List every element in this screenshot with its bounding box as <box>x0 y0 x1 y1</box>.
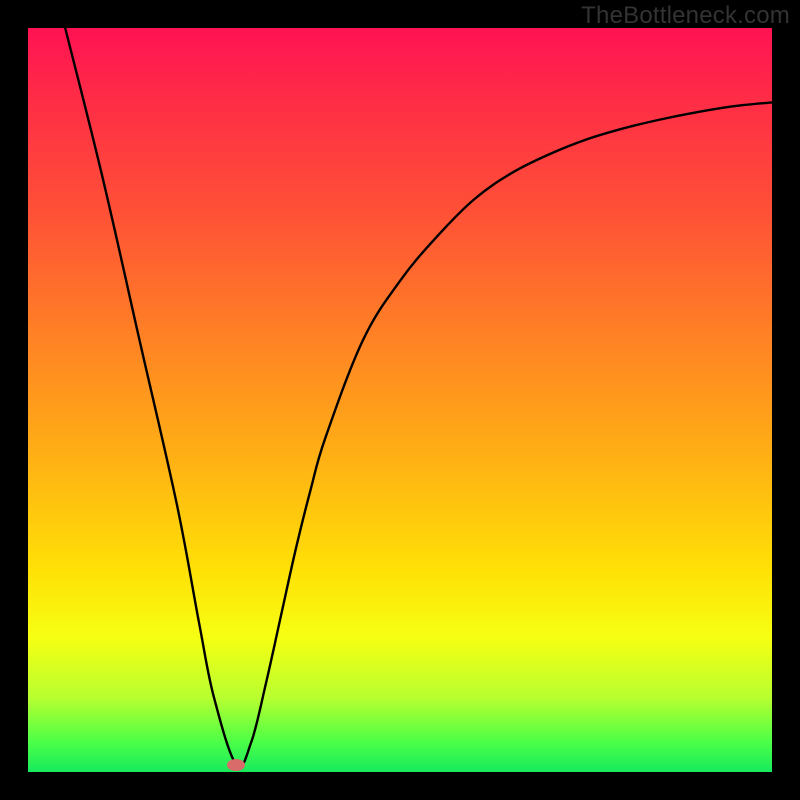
attribution-text: TheBottleneck.com <box>581 2 790 30</box>
chart-frame: TheBottleneck.com <box>0 0 800 800</box>
curve-svg <box>28 28 772 772</box>
plot-area <box>28 28 772 772</box>
curve-path <box>65 28 772 767</box>
min-marker <box>227 759 245 771</box>
